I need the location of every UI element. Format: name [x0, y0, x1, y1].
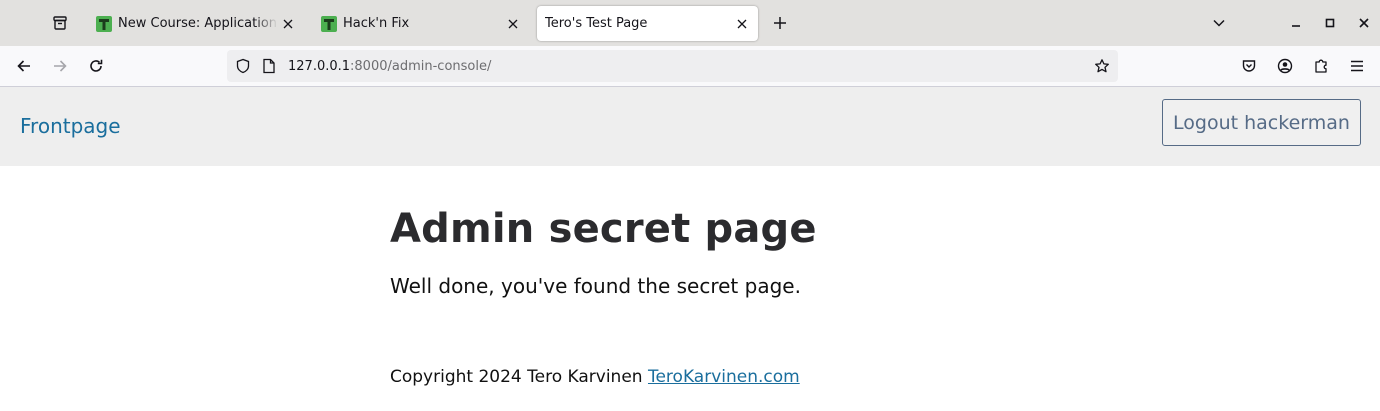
back-button[interactable]	[8, 50, 40, 82]
tero-t-icon	[96, 15, 112, 32]
footer: Copyright 2024 Tero Karvinen TeroKarvine…	[390, 367, 800, 387]
pocket-icon	[1242, 60, 1256, 72]
copyright-text: Copyright 2024 Tero Karvinen	[390, 367, 643, 387]
close-icon	[1359, 18, 1369, 28]
close-window-button[interactable]	[1349, 8, 1379, 38]
navigation-toolbar: 127.0.0.1:8000/admin-console/	[0, 46, 1380, 87]
plus-icon	[774, 17, 786, 29]
close-icon[interactable]	[732, 14, 752, 34]
frontpage-link[interactable]: Frontpage	[20, 114, 121, 138]
url-path: :8000/admin-console/	[350, 58, 492, 74]
shield-icon[interactable]	[233, 56, 253, 76]
reload-button[interactable]	[80, 50, 112, 82]
firefox-view-button[interactable]	[44, 8, 76, 38]
url-host: 127.0.0.1	[288, 58, 351, 74]
tab-new-course[interactable]: New Course: Application H	[88, 6, 304, 41]
puzzle-icon	[1315, 59, 1327, 73]
arrow-right-icon	[54, 60, 67, 72]
forward-button[interactable]	[44, 50, 76, 82]
site-header: Frontpage Logout hackerman	[0, 87, 1380, 166]
firefox-view-icon	[53, 16, 67, 30]
tab-title: Hack'n Fix	[343, 16, 410, 31]
chevron-down-icon	[1213, 19, 1225, 27]
new-tab-button[interactable]	[764, 8, 796, 38]
extensions-button[interactable]	[1305, 50, 1337, 82]
logout-button[interactable]: Logout hackerman	[1162, 99, 1361, 146]
maximize-icon	[1325, 18, 1335, 28]
hamburger-icon	[1351, 60, 1363, 72]
menu-button[interactable]	[1341, 50, 1373, 82]
tab-title: Tero's Test Page	[545, 16, 648, 31]
account-button[interactable]	[1269, 50, 1301, 82]
minimize-icon	[1292, 25, 1300, 27]
page-title: Admin secret page	[390, 206, 817, 252]
list-all-tabs-button[interactable]	[1204, 8, 1234, 38]
minimize-button[interactable]	[1281, 8, 1311, 38]
url-text[interactable]: 127.0.0.1:8000/admin-console/	[288, 59, 491, 74]
bookmark-star-icon[interactable]	[1092, 56, 1112, 76]
maximize-button[interactable]	[1315, 8, 1345, 38]
page-icon[interactable]	[259, 56, 279, 76]
address-bar[interactable]: 127.0.0.1:8000/admin-console/	[227, 50, 1118, 82]
close-icon[interactable]	[503, 14, 523, 34]
reload-icon	[90, 59, 103, 72]
tab-bar: New Course: Application H Hack'n Fix Ter…	[0, 0, 1380, 46]
tab-title: New Course: Application H	[118, 16, 278, 31]
terokarvinen-link[interactable]: TeroKarvinen.com	[648, 367, 800, 387]
tero-t-icon	[321, 15, 337, 32]
arrow-left-icon	[17, 60, 30, 72]
pocket-button[interactable]	[1233, 50, 1265, 82]
account-icon	[1277, 58, 1293, 74]
lead-text: Well done, you've found the secret page.	[390, 274, 801, 298]
tab-teros-test-page[interactable]: Tero's Test Page	[537, 6, 758, 41]
tab-hackn-fix[interactable]: Hack'n Fix	[313, 6, 529, 41]
close-icon[interactable]	[278, 14, 298, 34]
